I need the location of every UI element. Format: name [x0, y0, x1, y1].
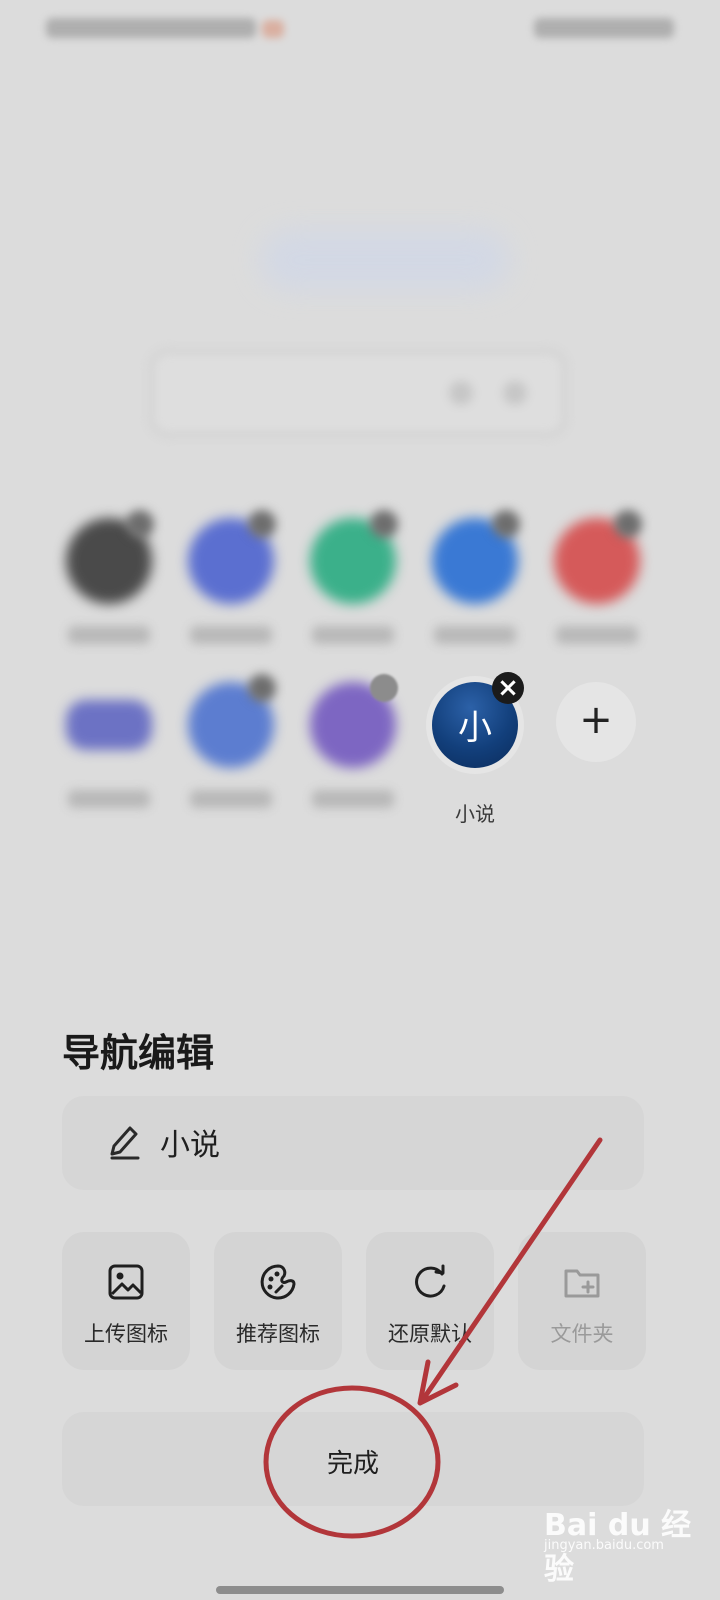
blurred-camera-icon — [503, 381, 527, 405]
blurred-logo — [260, 230, 510, 290]
nav-item-7[interactable] — [184, 674, 284, 822]
plus-icon: + — [579, 697, 613, 743]
remove-icon[interactable] — [126, 510, 154, 538]
nav-item-label-blurred — [68, 790, 150, 808]
nav-item-label-blurred — [190, 790, 272, 808]
nav-item-label-blurred — [556, 626, 638, 644]
blurred-voice-icon — [449, 381, 473, 405]
nav-item-icon — [66, 700, 152, 750]
remove-icon[interactable] — [248, 674, 276, 702]
folder-plus-icon — [564, 1269, 600, 1298]
blurred-search-box — [150, 350, 566, 436]
name-field[interactable]: 小说 — [62, 1096, 644, 1190]
nav-item-label-blurred — [68, 626, 150, 644]
remove-icon[interactable]: × — [492, 672, 524, 704]
watermark: Bai du 经验 jingyan.baidu.com — [544, 1500, 714, 1587]
nav-item-5[interactable] — [550, 510, 650, 658]
status-left-blurred — [46, 18, 256, 38]
nav-item-label-blurred — [190, 626, 272, 644]
recommend-icon-button[interactable]: 推荐图标 — [214, 1232, 342, 1370]
add-nav-button[interactable]: + — [556, 682, 636, 762]
palette-icon — [260, 1264, 296, 1300]
pencil-icon — [110, 1126, 140, 1160]
remove-symbol: × — [497, 673, 519, 703]
remove-icon[interactable] — [370, 510, 398, 538]
status-right-blurred — [534, 18, 674, 38]
action-label: 上传图标 — [84, 1322, 168, 1346]
image-icon — [108, 1264, 144, 1300]
nav-grid: 小 × 小说 + — [62, 510, 662, 826]
remove-icon[interactable] — [370, 674, 398, 702]
nav-item-label-blurred — [434, 626, 516, 644]
watermark-url: jingyan.baidu.com — [544, 1538, 664, 1553]
action-label: 文件夹 — [550, 1322, 614, 1346]
restore-default-button[interactable]: 还原默认 — [366, 1232, 494, 1370]
nav-item-label: 小说 — [455, 802, 495, 826]
home-indicator[interactable] — [216, 1586, 504, 1594]
done-label: 完成 — [326, 1448, 379, 1478]
done-button[interactable]: 完成 — [62, 1412, 644, 1506]
nav-item-label-blurred — [312, 790, 394, 808]
remove-icon[interactable] — [614, 510, 642, 538]
novel-icon-text: 小 — [458, 708, 492, 748]
action-label: 推荐图标 — [236, 1322, 320, 1346]
nav-item-1[interactable] — [62, 510, 162, 658]
status-notification-dot — [262, 20, 284, 38]
status-bar — [40, 12, 680, 46]
nav-item-6[interactable] — [62, 682, 162, 822]
refresh-icon — [415, 1264, 446, 1298]
nav-item-novel[interactable]: 小 × 小说 — [428, 672, 528, 826]
remove-icon[interactable] — [492, 510, 520, 538]
nav-item-2[interactable] — [184, 510, 284, 658]
nav-item-label-blurred — [312, 626, 394, 644]
action-label: 还原默认 — [388, 1322, 472, 1346]
nav-item-4[interactable] — [428, 510, 528, 658]
folder-button[interactable]: 文件夹 — [518, 1232, 646, 1370]
nav-item-8[interactable] — [306, 674, 406, 822]
remove-icon[interactable] — [248, 510, 276, 538]
name-value: 小说 — [160, 1128, 220, 1163]
sheet-title: 导航编辑 — [62, 1031, 215, 1075]
screen: 小 × 小说 + 导航编辑 小说 上传图标 推荐图标 还原默认 文件夹 完成 B… — [0, 0, 720, 1600]
nav-item-3[interactable] — [306, 510, 406, 658]
upload-icon-button[interactable]: 上传图标 — [62, 1232, 190, 1370]
